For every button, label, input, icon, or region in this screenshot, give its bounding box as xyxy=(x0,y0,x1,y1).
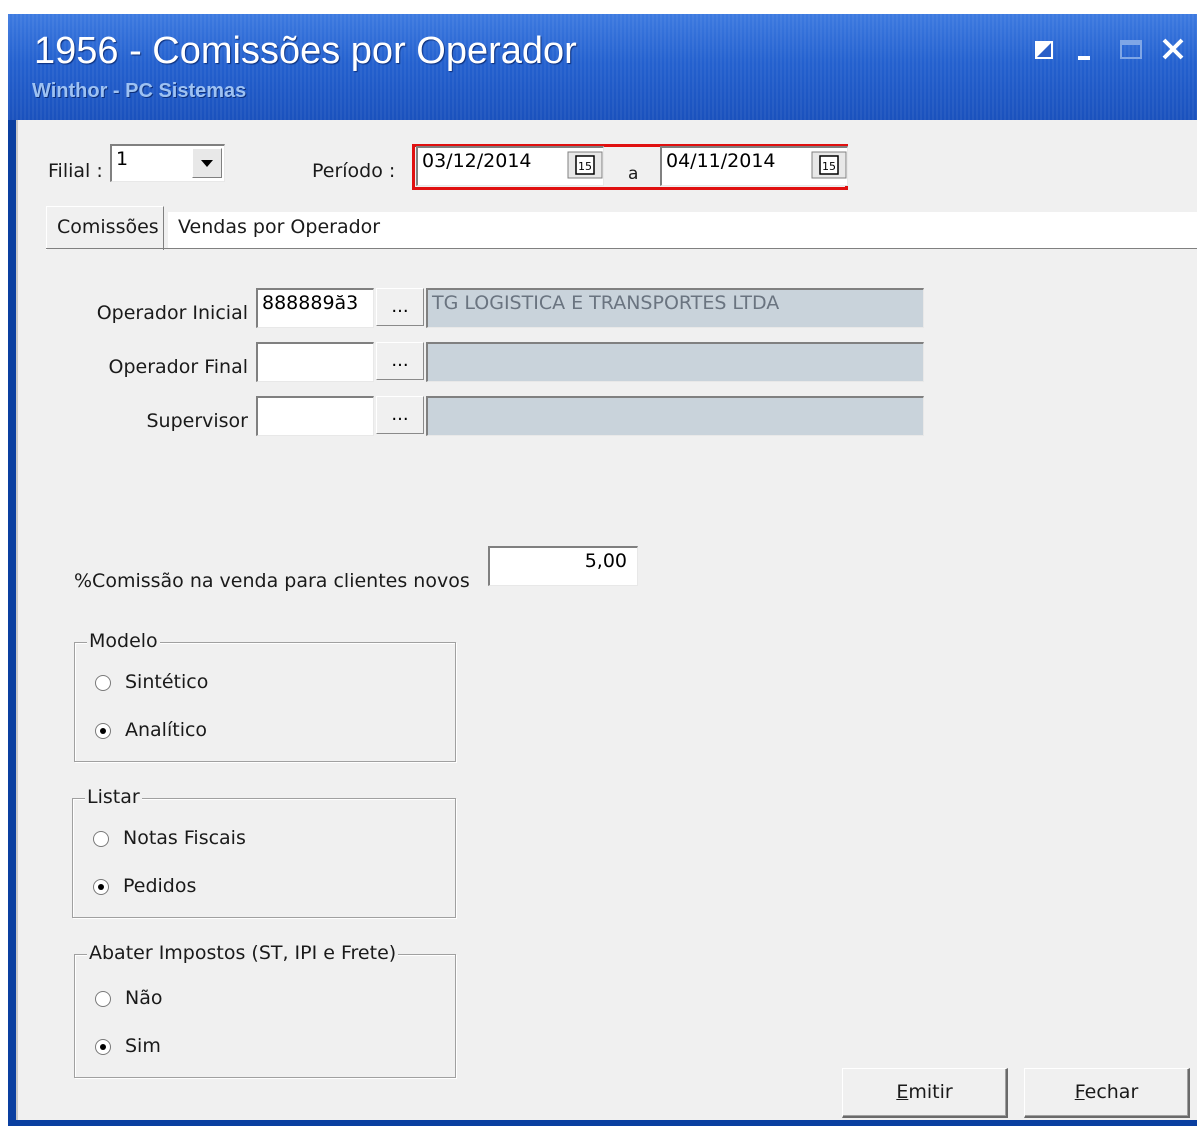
radio-pedidos[interactable] xyxy=(93,879,109,895)
comissao-input[interactable]: 5,00 xyxy=(488,546,638,586)
calendar-end-icon[interactable]: 15 xyxy=(810,150,848,180)
date-start-value: 03/12/2014 xyxy=(422,150,532,172)
listar-group: Listar Notas Fiscais Pedidos xyxy=(72,786,456,918)
filial-select[interactable]: 1 xyxy=(110,144,225,182)
modelo-group-title: Modelo xyxy=(87,630,160,652)
emitir-label: mitir xyxy=(908,1081,953,1103)
comissao-value: 5,00 xyxy=(584,550,627,572)
radio-nao[interactable] xyxy=(95,991,111,1007)
minimize-icon[interactable] xyxy=(1070,34,1100,64)
comissao-label: %Comissão na venda para clientes novos xyxy=(74,570,470,592)
operador-final-name-field xyxy=(426,342,924,382)
abater-impostos-group: Abater Impostos (ST, IPI e Frete) Não Si… xyxy=(74,942,456,1078)
operador-inicial-name: TG LOGISTICA E TRANSPORTES LTDA xyxy=(432,292,780,314)
emitir-button[interactable]: Emitir xyxy=(842,1068,1008,1118)
radio-notas-fiscais[interactable] xyxy=(93,831,109,847)
operador-inicial-lookup-button[interactable]: ... xyxy=(376,288,424,326)
operador-final-label: Operador Final xyxy=(108,356,249,378)
listar-group-title: Listar xyxy=(85,786,142,808)
calendar-start-icon[interactable]: 15 xyxy=(566,150,604,180)
operador-final-lookup-button[interactable]: ... xyxy=(376,342,424,380)
calendar-start-text: 15 xyxy=(578,160,592,173)
operador-inicial-input[interactable]: 888889ă3 xyxy=(256,288,374,328)
tab-vendas-label: Vendas por Operador xyxy=(178,216,381,238)
operador-inicial-name-field: TG LOGISTICA E TRANSPORTES LTDA xyxy=(426,288,924,328)
radio-sintetico[interactable] xyxy=(95,675,111,691)
radio-nao-label: Não xyxy=(125,987,163,1009)
tab-vendas-por-operador[interactable]: Vendas por Operador xyxy=(168,212,1197,248)
title-bar[interactable]: 1956 - Comissões por Operador Winthor - … xyxy=(8,14,1197,120)
restore-icon[interactable] xyxy=(1030,34,1060,64)
emitir-mnemonic: E xyxy=(896,1081,909,1103)
date-end-value: 04/11/2014 xyxy=(666,150,776,172)
periodo-label: Período : xyxy=(312,160,396,182)
main-window: 1956 - Comissões por Operador Winthor - … xyxy=(8,14,1197,1126)
maximize-icon[interactable] xyxy=(1116,34,1146,64)
fechar-button[interactable]: Fechar xyxy=(1024,1068,1190,1118)
filial-value: 1 xyxy=(116,148,129,170)
operador-final-input[interactable] xyxy=(256,342,374,382)
radio-sim[interactable] xyxy=(95,1039,111,1055)
operador-inicial-label: Operador Inicial xyxy=(96,302,248,324)
modelo-group: Modelo Sintético Analítico xyxy=(74,630,456,762)
tab-comissoes-label: Comissões xyxy=(57,216,159,238)
tab-comissoes[interactable]: Comissões xyxy=(46,206,164,250)
radio-analitico[interactable] xyxy=(95,723,111,739)
abater-group-title: Abater Impostos (ST, IPI e Frete) xyxy=(87,942,399,964)
chevron-down-icon[interactable] xyxy=(192,148,222,178)
fechar-mnemonic: F xyxy=(1074,1081,1085,1103)
fechar-label: echar xyxy=(1084,1081,1139,1103)
form-client-area: Filial : 1 Período : 03/12/2014 15 a 04/… xyxy=(16,120,1197,1120)
radio-sintetico-label: Sintético xyxy=(125,671,209,693)
window-title: 1956 - Comissões por Operador xyxy=(34,30,577,72)
date-separator: a xyxy=(628,164,639,184)
supervisor-lookup-button[interactable]: ... xyxy=(376,396,424,434)
supervisor-name-field xyxy=(426,396,924,436)
radio-pedidos-label: Pedidos xyxy=(123,875,197,897)
supervisor-label: Supervisor xyxy=(146,410,248,432)
radio-notas-fiscais-label: Notas Fiscais xyxy=(123,827,246,849)
window-subtitle: Winthor - PC Sistemas xyxy=(32,80,247,102)
filial-label: Filial : xyxy=(48,160,103,182)
radio-analitico-label: Analítico xyxy=(125,719,208,741)
supervisor-input[interactable] xyxy=(256,396,374,436)
operador-inicial-value: 888889ă3 xyxy=(262,292,359,314)
calendar-end-text: 15 xyxy=(822,160,836,173)
radio-sim-label: Sim xyxy=(125,1035,161,1057)
close-icon[interactable] xyxy=(1158,34,1188,64)
tab-divider xyxy=(46,248,1197,249)
